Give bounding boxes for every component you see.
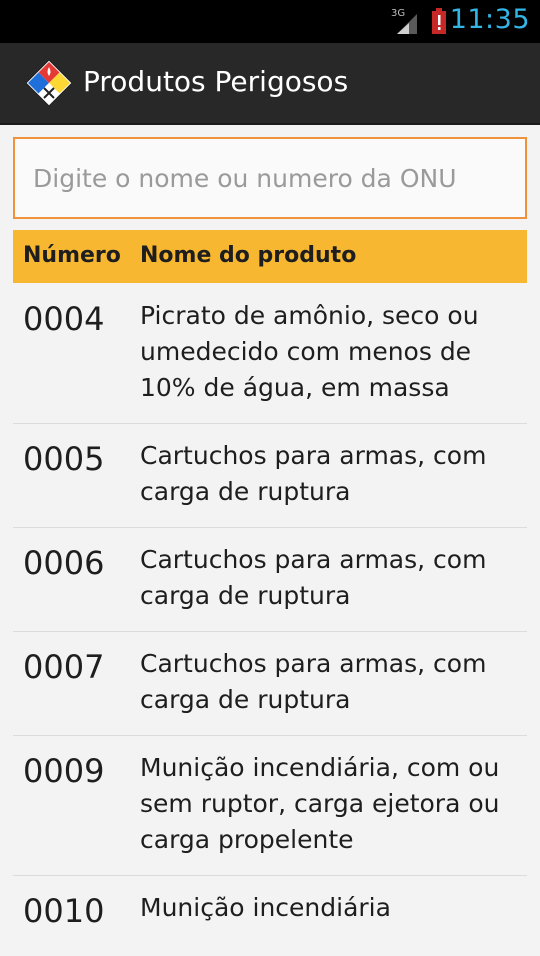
row-number: 0006	[23, 544, 105, 582]
search-box[interactable]	[13, 137, 527, 219]
table-header: Número Nome do produto	[13, 230, 527, 283]
row-number: 0007	[23, 648, 105, 686]
signal-icon: 3G	[391, 8, 417, 34]
row-product-name: Munição incendiária	[140, 893, 391, 922]
table-row[interactable]: 0006 Cartuchos para armas, com carga de …	[13, 528, 527, 632]
row-product-name: Munição incendiária, com ou sem ruptor, …	[140, 753, 500, 854]
clock: 11:35	[449, 4, 530, 35]
product-list: 0004 Picrato de amônio, seco ou umedecid…	[13, 284, 527, 956]
row-number: 0010	[23, 892, 105, 930]
row-number: 0009	[23, 752, 105, 790]
row-product-name: Picrato de amônio, seco ou umedecido com…	[140, 301, 479, 402]
table-row[interactable]: 0010 Munição incendiária	[13, 876, 527, 956]
row-number: 0005	[23, 440, 105, 478]
row-product-name: Cartuchos para armas, com carga de ruptu…	[140, 441, 487, 506]
row-product-name: Cartuchos para armas, com carga de ruptu…	[140, 545, 487, 610]
hazard-diamond-icon[interactable]	[24, 58, 74, 108]
search-input[interactable]	[15, 139, 525, 217]
status-bar: 3G 11:35	[0, 0, 540, 43]
app-title: Produtos Perigosos	[83, 65, 349, 98]
column-header-nome: Nome do produto	[140, 243, 357, 268]
table-row[interactable]: 0009 Munição incendiária, com ou sem rup…	[13, 736, 527, 876]
action-bar: Produtos Perigosos	[0, 43, 540, 125]
row-product-name: Cartuchos para armas, com carga de ruptu…	[140, 649, 487, 714]
table-row[interactable]: 0007 Cartuchos para armas, com carga de …	[13, 632, 527, 736]
network-type-label: 3G	[391, 8, 406, 19]
column-header-numero: Número	[23, 243, 121, 268]
battery-alert-icon	[431, 8, 447, 34]
row-number: 0004	[23, 300, 105, 338]
table-row[interactable]: 0004 Picrato de amônio, seco ou umedecid…	[13, 284, 527, 424]
table-row[interactable]: 0005 Cartuchos para armas, com carga de …	[13, 424, 527, 528]
